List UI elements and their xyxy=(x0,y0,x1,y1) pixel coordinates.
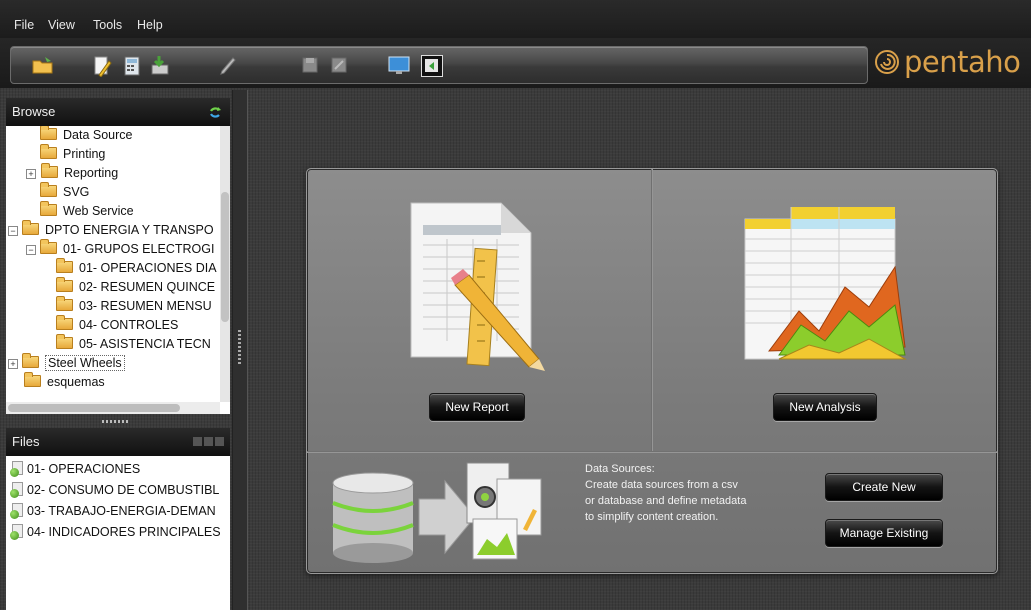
report-file-icon xyxy=(10,482,23,498)
browse-header: Browse xyxy=(6,98,230,126)
calculator-icon[interactable] xyxy=(121,55,143,76)
data-sources-title: Data Sources: xyxy=(585,463,655,475)
menu-view[interactable]: View xyxy=(48,18,75,32)
files-header: Files xyxy=(6,428,230,456)
folder-icon xyxy=(22,353,39,368)
analysis-illustration-icon xyxy=(744,207,907,360)
new-report-button[interactable]: New Report xyxy=(429,393,525,421)
tree-item[interactable]: Web Service xyxy=(40,201,134,221)
collapse-minus-icon[interactable]: − xyxy=(8,226,18,236)
divider xyxy=(651,169,653,451)
files-title: Files xyxy=(12,434,40,449)
folder-icon xyxy=(24,372,41,387)
folder-icon xyxy=(40,144,57,159)
welcome-card: New Report New Analysis Data Sources: Cr… xyxy=(306,168,998,574)
tree-item[interactable]: − DPTO ENERGIA Y TRANSPO xyxy=(8,220,214,240)
data-sources-description: Data Sources: Create data sources from a… xyxy=(585,461,805,525)
folder-icon xyxy=(56,315,73,330)
description-line: to simplify content creation. xyxy=(585,511,719,523)
pentaho-swirl-icon xyxy=(875,50,899,74)
scrollbar-thumb[interactable] xyxy=(8,404,180,412)
tree-item[interactable]: + Steel Wheels xyxy=(8,353,125,373)
tree-item[interactable]: 04- CONTROLES xyxy=(56,315,178,335)
toolbar-strip xyxy=(10,46,868,84)
divider xyxy=(307,451,997,453)
folder-icon xyxy=(56,296,73,311)
files-view-options xyxy=(193,437,224,446)
collapse-minus-icon[interactable]: − xyxy=(26,245,36,255)
manage-existing-button[interactable]: Manage Existing xyxy=(825,519,943,547)
pentaho-logo: pentaho xyxy=(874,44,1021,80)
folder-icon xyxy=(22,220,39,235)
folder-view-icon[interactable] xyxy=(193,437,202,446)
file-item[interactable]: 02- CONSUMO DE COMBUSTIBL xyxy=(10,481,219,500)
refresh-panel-icon[interactable] xyxy=(421,55,443,77)
expand-plus-icon[interactable]: + xyxy=(8,359,18,369)
tree-item[interactable]: SVG xyxy=(40,182,89,202)
folder-icon xyxy=(56,258,73,273)
menu-bar: File View Tools Help xyxy=(0,0,1031,38)
description-line: or database and define metadata xyxy=(585,495,747,507)
new-report-icon[interactable] xyxy=(91,55,113,78)
files-panel: Files 01- OPERACIONES 02- CONSUMO DE COM… xyxy=(6,428,230,610)
description-line: Create data sources from a csv xyxy=(585,479,738,491)
browse-horizontal-scrollbar[interactable] xyxy=(6,402,220,414)
tree-item[interactable]: + Reporting xyxy=(26,163,118,183)
splitter-grip[interactable] xyxy=(102,420,130,423)
new-analysis-button[interactable]: New Analysis xyxy=(773,393,877,421)
browse-tree: Data Source Printing + Reporting SVG Web … xyxy=(6,126,220,402)
list-view-icon[interactable] xyxy=(215,437,224,446)
data-sources-illustration-icon xyxy=(332,462,542,563)
menu-help[interactable]: Help xyxy=(137,18,163,32)
pencil-icon[interactable] xyxy=(217,55,239,75)
menu-tools[interactable]: Tools xyxy=(93,18,122,32)
save-icon[interactable] xyxy=(300,55,322,75)
folder-icon xyxy=(40,182,57,197)
tree-item[interactable]: −01- GRUPOS ELECTROGI xyxy=(26,239,214,259)
report-file-icon xyxy=(10,503,23,519)
logo-text: pentaho xyxy=(904,45,1021,79)
folder-icon xyxy=(40,126,57,140)
browse-title: Browse xyxy=(12,104,56,119)
save-as-icon[interactable] xyxy=(329,55,351,75)
scrollbar-thumb[interactable] xyxy=(221,192,229,322)
file-item[interactable]: 04- INDICADORES PRINCIPALES xyxy=(10,523,221,542)
folder-icon xyxy=(40,201,57,216)
panel-horizontal-splitter[interactable] xyxy=(6,414,230,428)
panel-vertical-splitter[interactable] xyxy=(232,90,248,610)
file-item[interactable]: 01- OPERACIONES xyxy=(10,460,140,479)
report-file-icon xyxy=(10,461,23,477)
file-item[interactable]: 03- TRABAJO-ENERGIA-DEMAN xyxy=(10,502,216,521)
expand-plus-icon[interactable]: + xyxy=(26,169,36,179)
folder-icon xyxy=(56,277,73,292)
refresh-icon[interactable] xyxy=(208,105,222,119)
folder-icon xyxy=(41,163,58,178)
publish-icon[interactable] xyxy=(149,55,171,75)
report-file-icon xyxy=(10,524,23,540)
browse-vertical-scrollbar[interactable] xyxy=(220,126,230,402)
tree-item[interactable]: 02- RESUMEN QUINCE xyxy=(56,277,215,297)
report-illustration-icon xyxy=(410,202,545,371)
create-new-button[interactable]: Create New xyxy=(825,473,943,501)
grid-view-icon[interactable] xyxy=(204,437,213,446)
folder-icon xyxy=(56,334,73,349)
tree-item[interactable]: 03- RESUMEN MENSU xyxy=(56,296,212,316)
menu-file[interactable]: File xyxy=(14,18,34,32)
tree-item[interactable]: 05- ASISTENCIA TECN xyxy=(56,334,211,354)
tree-item[interactable]: Printing xyxy=(40,144,105,164)
monitor-icon[interactable] xyxy=(387,55,410,75)
tree-item[interactable]: esquemas xyxy=(24,372,105,392)
folder-icon xyxy=(40,239,57,254)
open-folder-icon[interactable] xyxy=(31,55,53,75)
tree-item[interactable]: 01- OPERACIONES DIA xyxy=(56,258,217,278)
tree-item[interactable]: Data Source xyxy=(40,126,132,145)
browse-panel: Browse Data Source Printing + Reporting S… xyxy=(6,98,230,414)
splitter-grip[interactable] xyxy=(238,330,241,366)
